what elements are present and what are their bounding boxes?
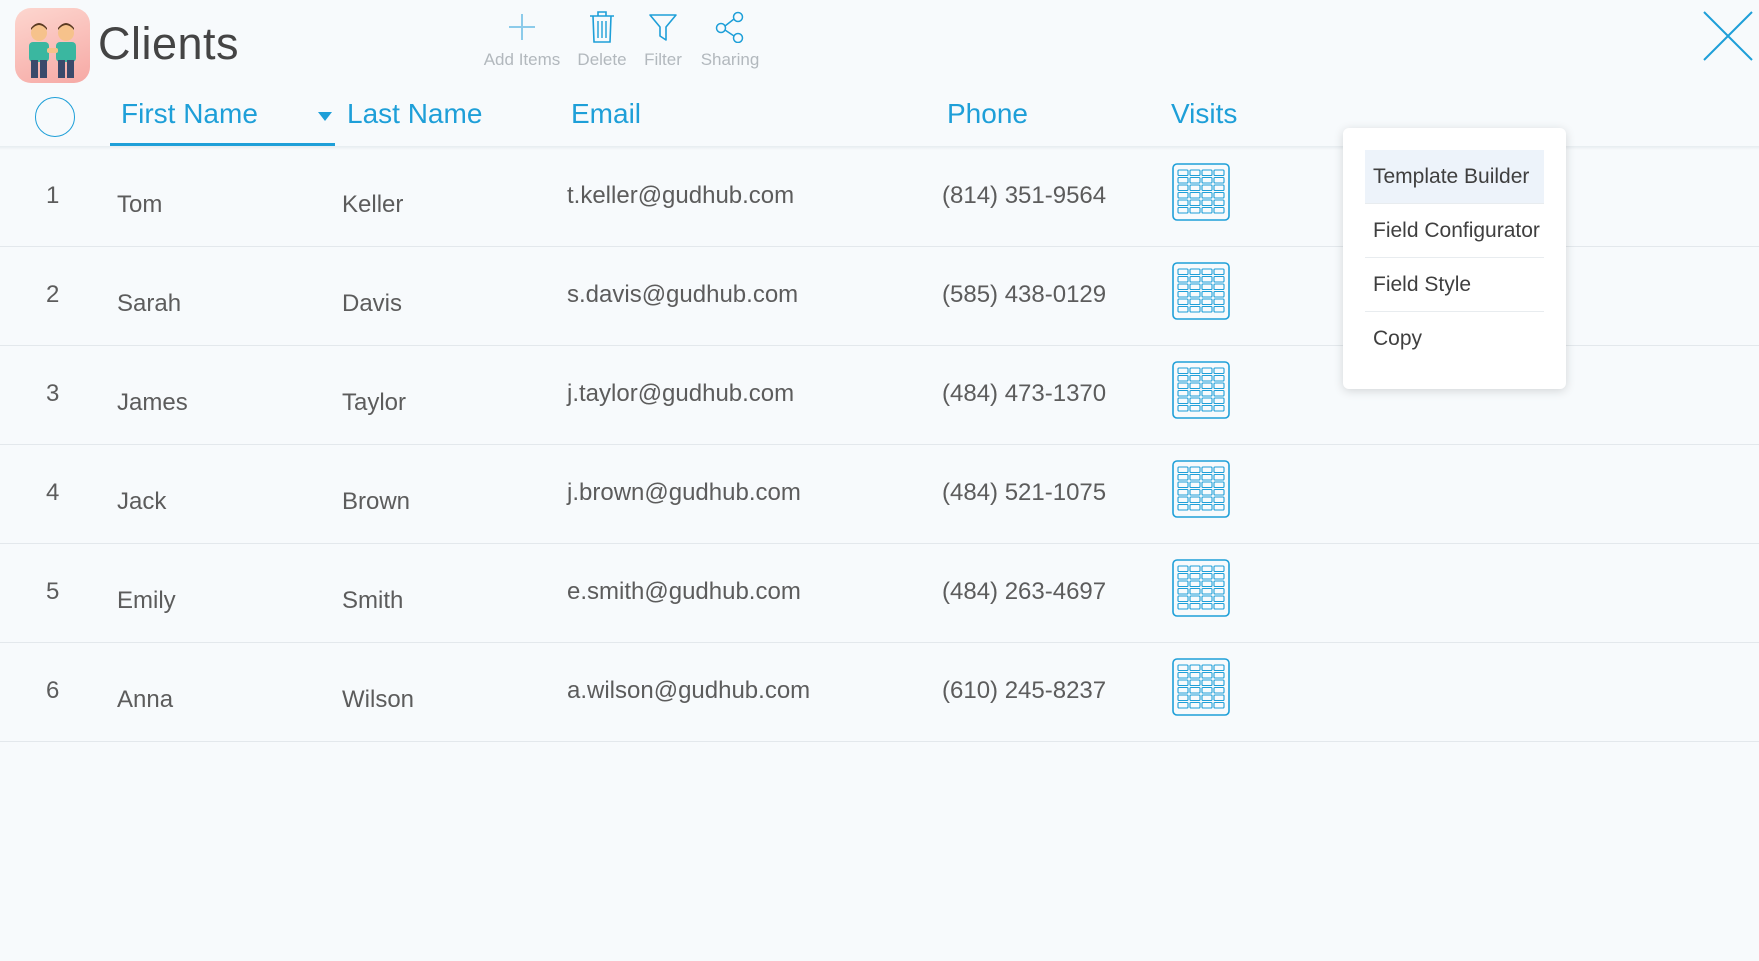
two-people-icon [15, 8, 90, 83]
sort-descending-icon[interactable] [318, 112, 332, 121]
first-name-cell: Jack [117, 488, 167, 515]
visits-table-icon[interactable] [1172, 559, 1230, 617]
last-name-cell: Davis [342, 290, 403, 317]
column-context-menu: Template Builder Field Configurator Fiel… [1343, 128, 1566, 389]
visits-table-icon[interactable] [1172, 460, 1230, 518]
phone-cell: (610) 245-8237 [942, 677, 1107, 704]
last-name-cell: Keller [342, 191, 404, 218]
add-items-label: Add Items [483, 50, 561, 69]
select-all-checkbox[interactable] [35, 97, 75, 137]
column-header-phone[interactable]: Phone [947, 98, 1028, 130]
trash-icon [572, 6, 632, 48]
filter-label: Filter [644, 50, 682, 69]
email-cell: s.davis@gudhub.com [567, 281, 799, 308]
row-number: 2 [46, 281, 60, 308]
share-icon [698, 6, 762, 48]
visits-table-icon[interactable] [1172, 262, 1230, 320]
menu-item-template-builder[interactable]: Template Builder [1365, 150, 1544, 204]
first-name-cell: Emily [117, 587, 176, 614]
row-number: 4 [46, 479, 60, 506]
row-number: 1 [46, 182, 60, 209]
visits-table-icon[interactable] [1172, 361, 1230, 419]
delete-label: Delete [577, 50, 627, 69]
clients-app-page: Clients Add Items Delete Filter Sharing … [0, 0, 1759, 961]
sharing-button[interactable]: Sharing [698, 6, 762, 70]
visits-table-icon[interactable] [1172, 658, 1230, 716]
column-header-visits[interactable]: Visits [1171, 98, 1237, 130]
plus-icon [482, 6, 562, 48]
sharing-label: Sharing [700, 50, 760, 69]
visits-table-icon[interactable] [1172, 163, 1230, 221]
page-title: Clients [98, 18, 240, 69]
last-name-cell: Smith [342, 587, 404, 614]
table-row[interactable]: 6 Anna Wilson a.wilson@gudhub.com (610) … [0, 643, 1759, 742]
email-cell: j.taylor@gudhub.com [567, 380, 795, 407]
email-cell: t.keller@gudhub.com [567, 182, 795, 209]
menu-item-copy[interactable]: Copy [1365, 312, 1544, 365]
email-cell: j.brown@gudhub.com [567, 479, 801, 506]
row-number: 3 [46, 380, 60, 407]
first-name-cell: Anna [117, 686, 174, 713]
first-name-cell: Tom [117, 191, 163, 218]
menu-item-field-style[interactable]: Field Style [1365, 258, 1544, 312]
phone-cell: (484) 473-1370 [942, 380, 1107, 407]
column-header-first-name[interactable]: First Name [121, 98, 258, 130]
row-number: 6 [46, 677, 60, 704]
column-header-email[interactable]: Email [571, 98, 641, 130]
filter-button[interactable]: Filter [638, 6, 688, 70]
phone-cell: (585) 438-0129 [942, 281, 1107, 308]
menu-item-field-configurator[interactable]: Field Configurator [1365, 204, 1544, 258]
filter-icon [638, 6, 688, 48]
add-items-button[interactable]: Add Items [482, 6, 562, 70]
first-name-cell: Sarah [117, 290, 182, 317]
last-name-cell: Brown [342, 488, 411, 515]
phone-cell: (814) 351-9564 [942, 182, 1107, 209]
email-cell: a.wilson@gudhub.com [567, 677, 811, 704]
close-button[interactable] [1700, 8, 1756, 64]
table-row[interactable]: 5 Emily Smith e.smith@gudhub.com (484) 2… [0, 544, 1759, 643]
phone-cell: (484) 521-1075 [942, 479, 1107, 506]
table-row[interactable]: 4 Jack Brown j.brown@gudhub.com (484) 52… [0, 445, 1759, 544]
email-cell: e.smith@gudhub.com [567, 578, 801, 605]
delete-button[interactable]: Delete [572, 6, 632, 70]
phone-cell: (484) 263-4697 [942, 578, 1107, 605]
row-number: 5 [46, 578, 60, 605]
last-name-cell: Taylor [342, 389, 407, 416]
last-name-cell: Wilson [342, 686, 415, 713]
close-icon [1703, 11, 1753, 61]
column-header-last-name[interactable]: Last Name [347, 98, 482, 130]
first-name-cell: James [117, 389, 188, 416]
